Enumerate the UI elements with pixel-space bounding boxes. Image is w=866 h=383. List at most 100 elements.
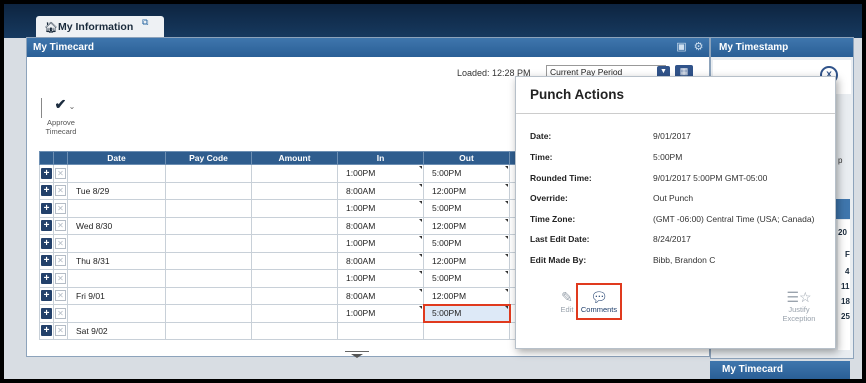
delete-row-icon[interactable]: ✕ xyxy=(55,167,66,179)
calendar-edge-value: F xyxy=(845,250,850,259)
column-header-pay-code[interactable]: Pay Code xyxy=(165,151,252,165)
add-row-icon[interactable]: + xyxy=(41,255,52,267)
out-punch-cell[interactable]: 5:00PM xyxy=(423,269,510,288)
timecard-panel-header: My Timecard ▣ ⚙ xyxy=(27,38,709,57)
add-row-icon[interactable]: + xyxy=(41,237,52,249)
table-row: + ✕ Thu 8/31 8:00AM 12:00PM xyxy=(39,251,526,270)
timestamp-panel-header: My Timestamp xyxy=(711,38,853,57)
out-punch-cell[interactable]: 5:00PM xyxy=(422,303,511,323)
panel-splitter-handle[interactable] xyxy=(345,351,369,358)
tab-my-information[interactable]: 🏠︎ My Information ⧉ xyxy=(36,16,164,38)
amount-cell[interactable] xyxy=(251,199,338,218)
out-punch-cell[interactable]: 12:00PM xyxy=(423,286,510,305)
out-punch-cell[interactable] xyxy=(423,321,510,340)
date-cell[interactable] xyxy=(67,164,166,183)
in-punch-cell[interactable]: 1:00PM xyxy=(337,269,424,288)
popout-icon[interactable]: ⧉ xyxy=(142,17,148,28)
calendar-edge-value: 4 xyxy=(845,267,850,276)
in-punch-cell[interactable]: 8:00AM xyxy=(337,216,424,235)
justify-exception-label: Justify Exception xyxy=(782,305,816,323)
punch-detail-value: Bibb, Brandon C xyxy=(653,255,716,265)
out-punch-cell[interactable]: 12:00PM xyxy=(423,251,510,270)
table-row: + ✕ 1:00PM 5:00PM xyxy=(39,269,526,288)
in-punch-cell[interactable]: 1:00PM xyxy=(337,199,424,218)
out-punch-cell[interactable]: 5:00PM xyxy=(423,199,510,218)
delete-row-icon[interactable]: ✕ xyxy=(55,220,66,232)
in-punch-cell[interactable]: 8:00AM xyxy=(337,181,424,200)
in-punch-cell[interactable]: 1:00PM xyxy=(337,164,424,183)
my-timecard-footer-tab[interactable]: My Timecard xyxy=(710,361,850,379)
delete-row-icon[interactable]: ✕ xyxy=(55,185,66,197)
panel-title: My Timestamp xyxy=(719,42,789,53)
punch-detail-value: (GMT -06:00) Central Time (USA; Canada) xyxy=(653,214,815,224)
date-cell[interactable] xyxy=(67,199,166,218)
column-header-date[interactable]: Date xyxy=(67,151,166,165)
add-row-icon[interactable]: + xyxy=(41,272,52,284)
date-cell[interactable]: Tue 8/29 xyxy=(67,181,166,200)
add-row-icon[interactable]: + xyxy=(41,325,52,337)
amount-cell[interactable] xyxy=(251,216,338,235)
in-punch-cell[interactable]: 1:00PM xyxy=(337,304,424,323)
add-row-icon[interactable]: + xyxy=(41,167,52,179)
in-punch-cell[interactable]: 8:00AM xyxy=(337,286,424,305)
pay-code-cell[interactable] xyxy=(165,234,252,253)
pay-code-cell[interactable] xyxy=(165,286,252,305)
out-punch-cell[interactable]: 5:00PM xyxy=(423,164,510,183)
amount-cell[interactable] xyxy=(251,269,338,288)
pay-code-cell[interactable] xyxy=(165,216,252,235)
delete-row-icon[interactable]: ✕ xyxy=(55,307,66,319)
amount-cell[interactable] xyxy=(251,234,338,253)
amount-cell[interactable] xyxy=(251,286,338,305)
column-header-in[interactable]: In xyxy=(337,151,424,165)
divider xyxy=(516,113,835,114)
pay-code-cell[interactable] xyxy=(165,251,252,270)
out-punch-cell[interactable]: 5:00PM xyxy=(423,234,510,253)
delete-row-icon[interactable]: ✕ xyxy=(55,202,66,214)
amount-cell[interactable] xyxy=(251,164,338,183)
punch-detail-label: Date: xyxy=(530,131,552,141)
delete-row-icon[interactable]: ✕ xyxy=(55,325,66,337)
column-header-amount[interactable]: Amount xyxy=(251,151,338,165)
in-punch-cell[interactable]: 8:00AM xyxy=(337,251,424,270)
date-cell[interactable]: Wed 8/30 xyxy=(67,216,166,235)
pay-code-cell[interactable] xyxy=(165,164,252,183)
column-header-out[interactable]: Out xyxy=(423,151,510,165)
out-punch-cell[interactable]: 12:00PM xyxy=(423,181,510,200)
amount-cell[interactable] xyxy=(251,304,338,323)
pay-code-cell[interactable] xyxy=(165,199,252,218)
date-cell[interactable]: Thu 8/31 xyxy=(67,251,166,270)
date-cell[interactable] xyxy=(67,269,166,288)
pay-code-cell[interactable] xyxy=(165,304,252,323)
date-cell[interactable]: Fri 9/01 xyxy=(67,286,166,305)
date-cell[interactable] xyxy=(67,304,166,323)
date-cell[interactable] xyxy=(67,234,166,253)
in-punch-cell[interactable] xyxy=(337,321,424,340)
approve-timecard-button[interactable]: ✔ ⌄ Approve Timecard xyxy=(41,96,81,136)
gear-icon[interactable]: ⚙ xyxy=(692,41,705,53)
date-cell[interactable]: Sat 9/02 xyxy=(67,321,166,340)
table-row: + ✕ 1:00PM 5:00PM xyxy=(39,234,526,253)
amount-cell[interactable] xyxy=(251,321,338,340)
pay-code-cell[interactable] xyxy=(165,321,252,340)
add-row-icon[interactable]: + xyxy=(41,307,52,319)
table-row: + ✕ Tue 8/29 8:00AM 12:00PM xyxy=(39,181,526,200)
comments-button[interactable]: 💬︎ Comments xyxy=(576,283,622,320)
amount-cell[interactable] xyxy=(251,181,338,200)
in-punch-cell[interactable]: 1:00PM xyxy=(337,234,424,253)
comments-label: Comments xyxy=(580,305,618,314)
add-row-icon[interactable]: + xyxy=(41,220,52,232)
add-row-icon[interactable]: + xyxy=(41,185,52,197)
justify-exception-button[interactable]: ☰☆ Justify Exception xyxy=(776,289,822,323)
delete-row-icon[interactable]: ✕ xyxy=(55,272,66,284)
pay-code-cell[interactable] xyxy=(165,269,252,288)
justify-exception-icon: ☰☆ xyxy=(786,289,812,305)
delete-row-icon[interactable]: ✕ xyxy=(55,290,66,302)
maximize-icon[interactable]: ▣ xyxy=(675,41,688,53)
delete-row-icon[interactable]: ✕ xyxy=(55,255,66,267)
amount-cell[interactable] xyxy=(251,251,338,270)
out-punch-cell[interactable]: 12:00PM xyxy=(423,216,510,235)
add-row-icon[interactable]: + xyxy=(41,290,52,302)
add-row-icon[interactable]: + xyxy=(41,202,52,214)
delete-row-icon[interactable]: ✕ xyxy=(55,237,66,249)
pay-code-cell[interactable] xyxy=(165,181,252,200)
